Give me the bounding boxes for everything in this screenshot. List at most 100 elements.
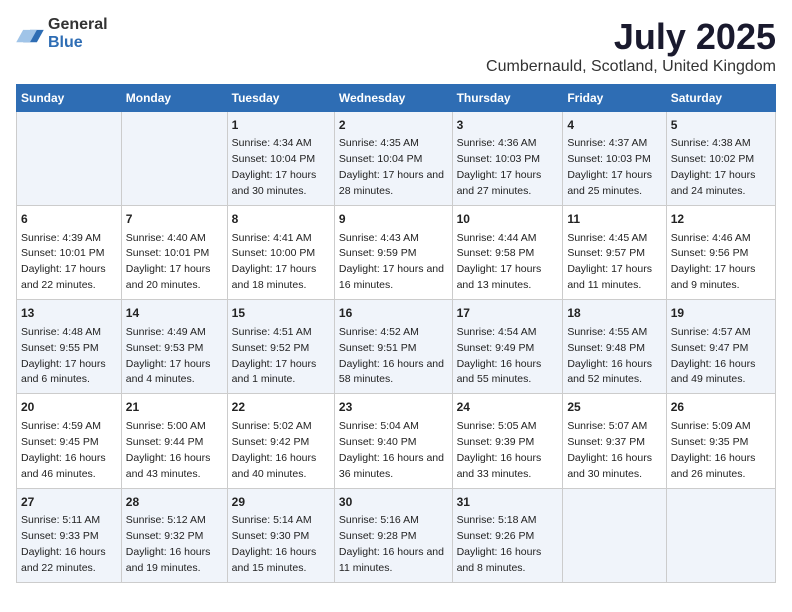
weekday-header: Tuesday (227, 85, 334, 112)
day-info: Sunrise: 5:07 AM Sunset: 9:37 PM Dayligh… (567, 420, 652, 480)
calendar-cell: 22Sunrise: 5:02 AM Sunset: 9:42 PM Dayli… (227, 394, 334, 488)
calendar-cell: 19 Sunrise: 4:57 AM Sunset: 9:47 PM Dayli… (666, 300, 775, 394)
day-info: Sunrise: 4:45 AM Sunset: 9:57 PM Dayligh… (567, 232, 652, 292)
day-info: Sunrise: 5:02 AM Sunset: 9:42 PM Dayligh… (232, 420, 317, 480)
logo: General Blue (16, 16, 108, 52)
calendar-cell: 26 Sunrise: 5:09 AM Sunset: 9:35 PM Dayli… (666, 394, 775, 488)
day-info: Sunrise: 5:16 AM Sunset: 9:28 PM Dayligh… (339, 514, 444, 574)
day-info: Sunrise: 4:39 AM Sunset: 10:01 PM Daylig… (21, 232, 106, 292)
day-info: Sunrise: 4:57 AM Sunset: 9:47 PM Dayligh… (671, 326, 756, 386)
calendar-cell: 30 Sunrise: 5:16 AM Sunset: 9:28 PM Dayli… (334, 488, 452, 582)
day-number: 26 (671, 399, 771, 416)
day-number: 5 (671, 117, 771, 134)
day-number: 23 (339, 399, 448, 416)
logo-blue: Blue (48, 34, 83, 51)
calendar-cell (666, 488, 775, 582)
day-number: 16 (339, 305, 448, 322)
calendar-body: 1 Sunrise: 4:34 AM Sunset: 10:04 PM Dayli… (17, 112, 776, 583)
calendar-cell: 13 Sunrise: 4:48 AM Sunset: 9:55 PM Dayli… (17, 300, 122, 394)
day-info: Sunrise: 4:49 AM Sunset: 9:53 PM Dayligh… (126, 326, 211, 386)
day-number: 31 (457, 494, 559, 511)
day-number: 7 (126, 211, 223, 228)
calendar-week-row: 1 Sunrise: 4:34 AM Sunset: 10:04 PM Dayli… (17, 112, 776, 206)
day-info: Sunrise: 4:36 AM Sunset: 10:03 PM Daylig… (457, 137, 542, 197)
day-info: Sunrise: 4:52 AM Sunset: 9:51 PM Dayligh… (339, 326, 444, 386)
day-number: 11 (567, 211, 661, 228)
day-number: 21 (126, 399, 223, 416)
day-info: Sunrise: 4:38 AM Sunset: 10:02 PM Daylig… (671, 137, 756, 197)
day-info: Sunrise: 4:41 AM Sunset: 10:00 PM Daylig… (232, 232, 317, 292)
day-info: Sunrise: 4:55 AM Sunset: 9:48 PM Dayligh… (567, 326, 652, 386)
title-block: July 2025 Cumbernauld, Scotland, United … (486, 16, 776, 76)
day-info: Sunrise: 4:46 AM Sunset: 9:56 PM Dayligh… (671, 232, 756, 292)
day-info: Sunrise: 4:34 AM Sunset: 10:04 PM Daylig… (232, 137, 317, 197)
calendar-cell: 6 Sunrise: 4:39 AM Sunset: 10:01 PM Dayli… (17, 206, 122, 300)
location-title: Cumbernauld, Scotland, United Kingdom (486, 58, 776, 76)
day-number: 20 (21, 399, 117, 416)
day-info: Sunrise: 4:51 AM Sunset: 9:52 PM Dayligh… (232, 326, 317, 386)
day-info: Sunrise: 5:11 AM Sunset: 9:33 PM Dayligh… (21, 514, 106, 574)
calendar-cell: 23Sunrise: 5:04 AM Sunset: 9:40 PM Dayli… (334, 394, 452, 488)
day-number: 30 (339, 494, 448, 511)
calendar-week-row: 20 Sunrise: 4:59 AM Sunset: 9:45 PM Dayli… (17, 394, 776, 488)
weekday-header: Saturday (666, 85, 775, 112)
calendar-cell: 31 Sunrise: 5:18 AM Sunset: 9:26 PM Dayli… (452, 488, 563, 582)
page-header: General Blue July 2025 Cumbernauld, Scot… (16, 16, 776, 76)
calendar-header: SundayMondayTuesdayWednesdayThursdayFrid… (17, 85, 776, 112)
day-info: Sunrise: 4:35 AM Sunset: 10:04 PM Daylig… (339, 137, 444, 197)
day-info: Sunrise: 5:09 AM Sunset: 9:35 PM Dayligh… (671, 420, 756, 480)
calendar-cell: 9Sunrise: 4:43 AM Sunset: 9:59 PM Daylig… (334, 206, 452, 300)
day-info: Sunrise: 5:00 AM Sunset: 9:44 PM Dayligh… (126, 420, 211, 480)
calendar-cell: 3 Sunrise: 4:36 AM Sunset: 10:03 PM Dayli… (452, 112, 563, 206)
logo-icon (16, 23, 44, 45)
calendar-cell: 24 Sunrise: 5:05 AM Sunset: 9:39 PM Dayli… (452, 394, 563, 488)
logo-general: General (48, 16, 108, 33)
day-number: 9 (339, 211, 448, 228)
day-info: Sunrise: 4:37 AM Sunset: 10:03 PM Daylig… (567, 137, 652, 197)
day-info: Sunrise: 4:48 AM Sunset: 9:55 PM Dayligh… (21, 326, 106, 386)
calendar-cell (121, 112, 227, 206)
day-info: Sunrise: 5:18 AM Sunset: 9:26 PM Dayligh… (457, 514, 542, 574)
calendar-cell: 12Sunrise: 4:46 AM Sunset: 9:56 PM Dayli… (666, 206, 775, 300)
calendar-cell: 1 Sunrise: 4:34 AM Sunset: 10:04 PM Dayli… (227, 112, 334, 206)
calendar-cell: 5 Sunrise: 4:38 AM Sunset: 10:02 PM Dayli… (666, 112, 775, 206)
day-number: 10 (457, 211, 559, 228)
day-number: 28 (126, 494, 223, 511)
day-number: 19 (671, 305, 771, 322)
day-number: 29 (232, 494, 330, 511)
day-number: 4 (567, 117, 661, 134)
calendar-cell: 8 Sunrise: 4:41 AM Sunset: 10:00 PM Dayli… (227, 206, 334, 300)
day-number: 15 (232, 305, 330, 322)
calendar-cell: 4 Sunrise: 4:37 AM Sunset: 10:03 PM Dayli… (563, 112, 666, 206)
weekday-header: Wednesday (334, 85, 452, 112)
calendar-cell: 27 Sunrise: 5:11 AM Sunset: 9:33 PM Dayli… (17, 488, 122, 582)
day-number: 1 (232, 117, 330, 134)
calendar-cell: 29Sunrise: 5:14 AM Sunset: 9:30 PM Dayli… (227, 488, 334, 582)
calendar-cell: 18Sunrise: 4:55 AM Sunset: 9:48 PM Dayli… (563, 300, 666, 394)
weekday-header: Thursday (452, 85, 563, 112)
calendar-table: SundayMondayTuesdayWednesdayThursdayFrid… (16, 84, 776, 583)
day-info: Sunrise: 4:59 AM Sunset: 9:45 PM Dayligh… (21, 420, 106, 480)
calendar-cell: 28 Sunrise: 5:12 AM Sunset: 9:32 PM Dayli… (121, 488, 227, 582)
day-info: Sunrise: 4:40 AM Sunset: 10:01 PM Daylig… (126, 232, 211, 292)
month-title: July 2025 (486, 16, 776, 58)
calendar-cell: 11 Sunrise: 4:45 AM Sunset: 9:57 PM Dayli… (563, 206, 666, 300)
calendar-cell: 7 Sunrise: 4:40 AM Sunset: 10:01 PM Dayli… (121, 206, 227, 300)
calendar-cell: 17Sunrise: 4:54 AM Sunset: 9:49 PM Dayli… (452, 300, 563, 394)
day-number: 27 (21, 494, 117, 511)
day-number: 13 (21, 305, 117, 322)
calendar-cell: 21 Sunrise: 5:00 AM Sunset: 9:44 PM Dayli… (121, 394, 227, 488)
calendar-cell: 20 Sunrise: 4:59 AM Sunset: 9:45 PM Dayli… (17, 394, 122, 488)
calendar-cell: 2Sunrise: 4:35 AM Sunset: 10:04 PM Dayli… (334, 112, 452, 206)
day-number: 3 (457, 117, 559, 134)
day-info: Sunrise: 5:12 AM Sunset: 9:32 PM Dayligh… (126, 514, 211, 574)
day-number: 24 (457, 399, 559, 416)
weekday-header: Sunday (17, 85, 122, 112)
calendar-cell: 15 Sunrise: 4:51 AM Sunset: 9:52 PM Dayli… (227, 300, 334, 394)
calendar-cell: 10Sunrise: 4:44 AM Sunset: 9:58 PM Dayli… (452, 206, 563, 300)
day-number: 17 (457, 305, 559, 322)
day-number: 6 (21, 211, 117, 228)
day-info: Sunrise: 5:05 AM Sunset: 9:39 PM Dayligh… (457, 420, 542, 480)
calendar-week-row: 27 Sunrise: 5:11 AM Sunset: 9:33 PM Dayli… (17, 488, 776, 582)
day-number: 8 (232, 211, 330, 228)
